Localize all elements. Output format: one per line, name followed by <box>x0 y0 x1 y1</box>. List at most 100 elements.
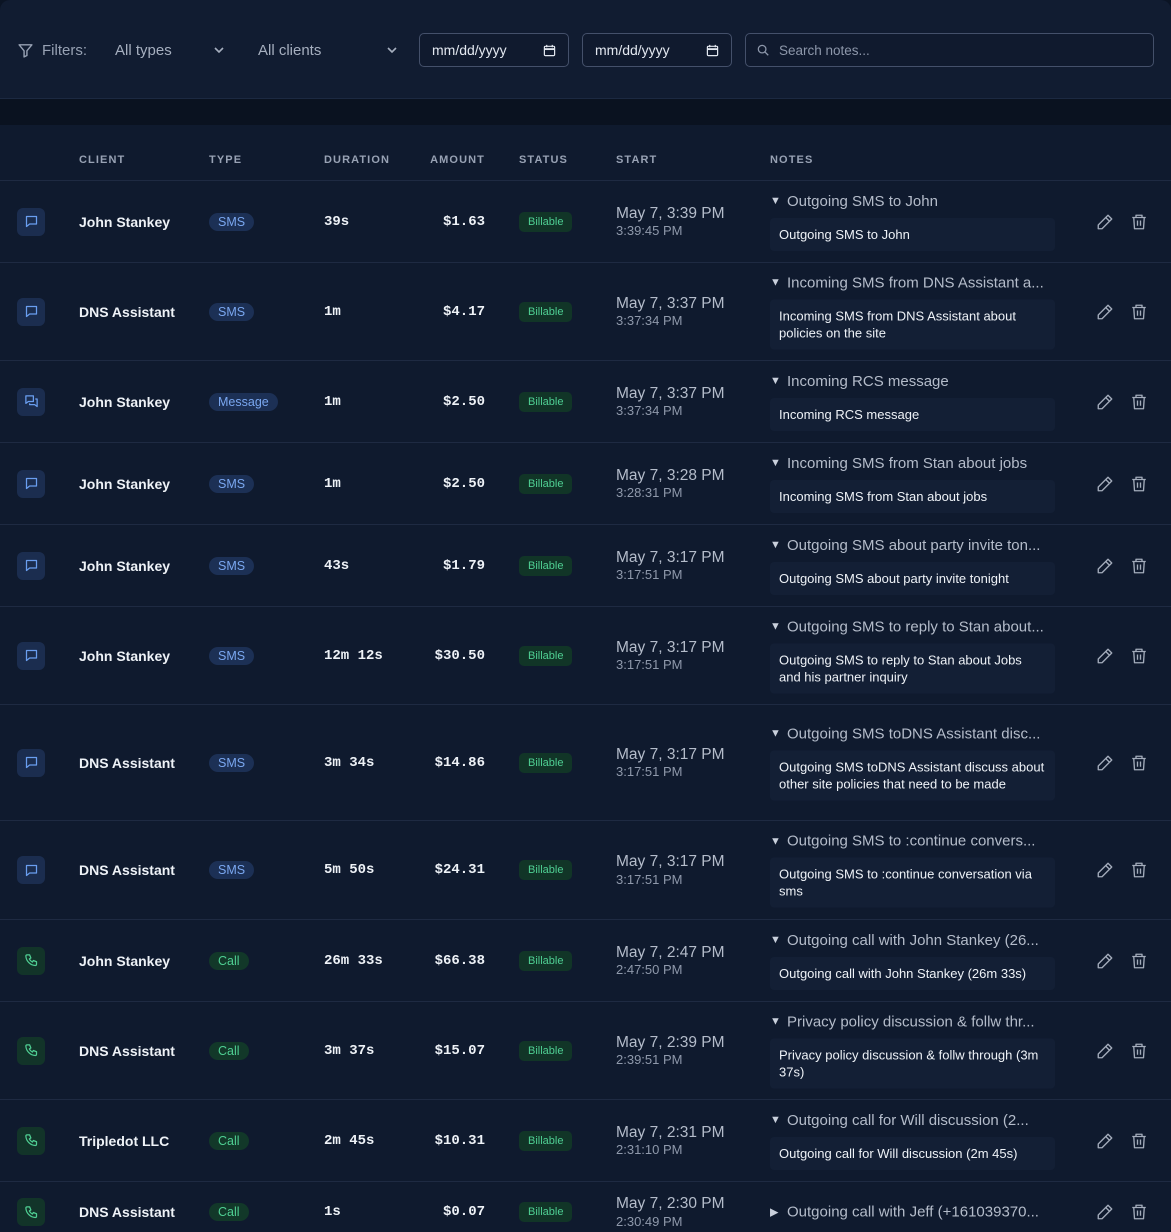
note-summary: Outgoing SMS about party invite ton... <box>787 536 1041 554</box>
table-row[interactable]: DNS Assistant SMS 5m 50s $24.31 Billable May … <box>0 821 1171 920</box>
note-summary: Outgoing call with Jeff (+161039370... <box>787 1203 1039 1221</box>
notes-cell: ▼ Incoming SMS from Stan about jobs Incomi… <box>770 455 1060 513</box>
amount: $4.17 <box>442 303 485 320</box>
table-row[interactable]: Tripledot LLC Call 2m 45s $10.31 Billable May… <box>0 1100 1171 1182</box>
edit-button[interactable] <box>1096 557 1114 575</box>
note-body: Outgoing SMS toDNS Assistant discuss abo… <box>770 750 1055 800</box>
edit-button[interactable] <box>1096 647 1114 665</box>
note-toggle[interactable]: ▼ Outgoing SMS about party invite ton... <box>770 537 1060 554</box>
delete-button[interactable] <box>1130 1203 1148 1221</box>
row-actions <box>1096 303 1148 321</box>
start-date: May 7, 3:37 PM <box>616 384 725 402</box>
status-badge: Billable <box>519 211 573 232</box>
edit-button[interactable] <box>1096 393 1114 411</box>
note-toggle[interactable]: ▼ Outgoing SMS to John <box>770 193 1060 210</box>
header-duration: DURATION <box>324 154 391 166</box>
table-row[interactable]: John Stankey Call 26m 33s $66.38 Billable May… <box>0 920 1171 1002</box>
edit-icon <box>1097 862 1113 878</box>
note-toggle[interactable]: ▼ Incoming SMS from Stan about jobs <box>770 455 1060 472</box>
date-from-input[interactable]: mm/dd/yyyy <box>419 33 569 67</box>
trash-icon <box>1132 476 1146 491</box>
status-badge: Billable <box>519 555 573 576</box>
status-badge: Billable <box>519 752 573 773</box>
table-row[interactable]: John Stankey SMS 1m $2.50 Billable May 7, 3:2… <box>0 443 1171 525</box>
start-clock: 3:17:51 PM <box>616 764 683 779</box>
start-time: May 7, 3:17 PM 3:17:51 PM <box>616 638 725 672</box>
note-toggle[interactable]: ▼ Outgoing call with John Stankey (26... <box>770 932 1060 949</box>
client-name: DNS Assistant <box>79 862 175 878</box>
caret-down-icon: ▼ <box>770 375 781 387</box>
start-time: May 7, 2:30 PM 2:30:49 PM <box>616 1195 725 1229</box>
table-row[interactable]: DNS Assistant SMS 3m 34s $14.86 Billable May … <box>0 705 1171 821</box>
client-name: Tripledot LLC <box>79 1132 170 1149</box>
delete-button[interactable] <box>1130 952 1148 970</box>
caret-down-icon: ▼ <box>770 195 781 207</box>
delete-button[interactable] <box>1130 213 1148 231</box>
delete-button[interactable] <box>1130 1042 1148 1060</box>
phone-icon <box>24 1205 39 1220</box>
table-row[interactable]: John Stankey SMS 43s $1.79 Billable May 7, 3:… <box>0 525 1171 607</box>
note-toggle[interactable]: ▼ Incoming RCS message <box>770 373 1060 390</box>
row-type-icon <box>17 856 45 884</box>
chat-icon <box>24 755 39 770</box>
note-body: Outgoing call for Will discussion (2m 45… <box>770 1136 1055 1170</box>
edit-button[interactable] <box>1096 475 1114 493</box>
amount: $0.07 <box>442 1204 485 1220</box>
delete-button[interactable] <box>1130 303 1148 321</box>
note-toggle[interactable]: ▼ Outgoing call for Will discussion (2... <box>770 1112 1060 1129</box>
delete-button[interactable] <box>1130 1132 1148 1150</box>
client-name: DNS Assistant <box>79 754 175 771</box>
edit-button[interactable] <box>1096 213 1114 231</box>
status-badge: Billable <box>519 301 573 322</box>
note-summary: Outgoing SMS toDNS Assistant disc... <box>787 725 1041 742</box>
note-toggle[interactable]: ▼ Outgoing SMS toDNS Assistant disc... <box>770 725 1060 742</box>
delete-button[interactable] <box>1130 754 1148 772</box>
table-row[interactable]: John Stankey SMS 39s $1.63 Billable May 7, 3:… <box>0 181 1171 263</box>
calendar-icon[interactable] <box>706 44 719 57</box>
date-to-input[interactable]: mm/dd/yyyy <box>582 33 732 67</box>
note-toggle[interactable]: ▼ Outgoing SMS to :continue convers... <box>770 833 1060 850</box>
duration: 1m <box>324 393 341 410</box>
status-badge: Billable <box>519 473 573 494</box>
notes-cell: ▼ Outgoing SMS toDNS Assistant disc... Out… <box>770 725 1060 800</box>
note-toggle[interactable]: ▼ Outgoing SMS to reply to Stan about... <box>770 618 1060 635</box>
delete-button[interactable] <box>1130 647 1148 665</box>
edit-button[interactable] <box>1096 861 1114 879</box>
start-clock: 3:17:51 PM <box>616 567 683 582</box>
note-toggle[interactable]: ▶ Outgoing call with Jeff (+161039370... <box>770 1204 1060 1221</box>
start-time: May 7, 2:31 PM 2:31:10 PM <box>616 1123 725 1157</box>
client-name: John Stankey <box>79 952 171 969</box>
edit-button[interactable] <box>1096 754 1114 772</box>
note-toggle[interactable]: ▼ Privacy policy discussion & follw thr..… <box>770 1013 1060 1030</box>
note-toggle[interactable]: ▼ Incoming SMS from DNS Assistant a... <box>770 274 1060 291</box>
notes-cell: ▼ Privacy policy discussion & follw thr..… <box>770 1013 1060 1088</box>
start-clock: 2:31:10 PM <box>616 1142 683 1157</box>
delete-button[interactable] <box>1130 861 1148 879</box>
start-date: May 7, 3:39 PM <box>616 204 725 222</box>
client-select[interactable]: All clients <box>258 33 398 67</box>
edit-button[interactable] <box>1096 1203 1114 1221</box>
table-row[interactable]: DNS Assistant Call 1s $0.07 Billable May 7, 2… <box>0 1182 1171 1232</box>
chat-icon <box>24 863 39 878</box>
edit-button[interactable] <box>1096 1042 1114 1060</box>
table-row[interactable]: John Stankey SMS 12m 12s $30.50 Billable May … <box>0 607 1171 705</box>
type-select[interactable]: All types <box>115 33 225 67</box>
edit-button[interactable] <box>1096 303 1114 321</box>
delete-button[interactable] <box>1130 557 1148 575</box>
search-input[interactable]: Search notes... <box>745 33 1154 67</box>
edit-button[interactable] <box>1096 952 1114 970</box>
table-row[interactable]: John Stankey Message 1m $2.50 Billable May 7,… <box>0 361 1171 443</box>
delete-button[interactable] <box>1130 393 1148 411</box>
row-actions <box>1096 754 1148 772</box>
row-type-icon <box>17 551 45 580</box>
table-row[interactable]: DNS Assistant SMS 1m $4.17 Billable May 7, 3:… <box>0 263 1171 361</box>
type-badge: Call <box>209 951 249 970</box>
start-date: May 7, 3:37 PM <box>616 294 725 312</box>
type-badge: SMS <box>209 753 255 772</box>
note-summary: Incoming SMS from Stan about jobs <box>787 454 1028 472</box>
delete-button[interactable] <box>1130 475 1148 493</box>
table-row[interactable]: DNS Assistant Call 3m 37s $15.07 Billable May… <box>0 1002 1171 1100</box>
edit-button[interactable] <box>1096 1132 1114 1150</box>
start-clock: 3:28:31 PM <box>616 485 683 500</box>
calendar-icon[interactable] <box>543 44 556 57</box>
